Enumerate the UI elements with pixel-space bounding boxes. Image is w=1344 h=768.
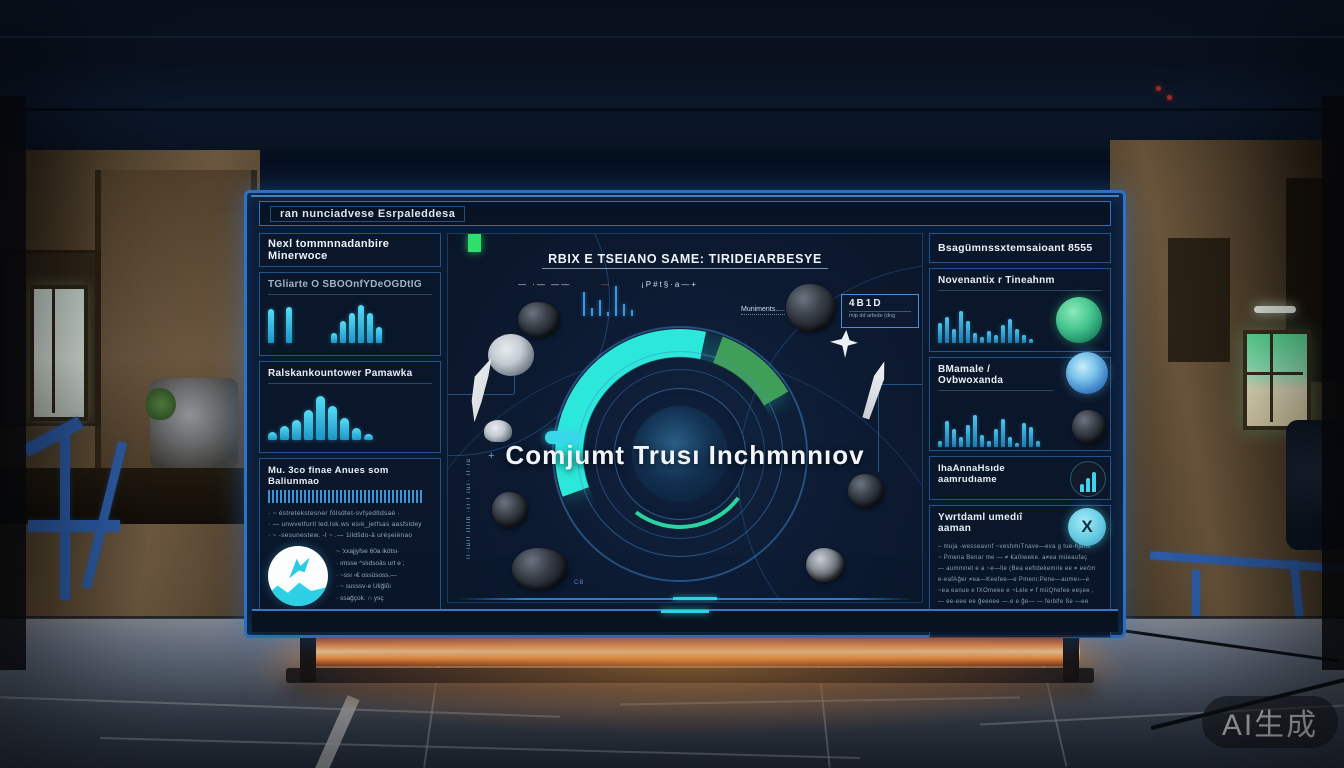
right-panel-header-label: Bsagümnssxtemsaioant 8555 xyxy=(938,242,1093,254)
dashboard-screen: ran nunciadvese Esrpaleddesa Nexl tommnn… xyxy=(244,190,1126,638)
right-dark-pillar xyxy=(1322,96,1344,670)
ai-generated-watermark: AI生成 xyxy=(1202,696,1338,748)
green-status-indicator xyxy=(468,234,481,252)
ceiling-beam-line xyxy=(0,36,1344,38)
right-window-mullion xyxy=(1270,330,1273,422)
green-planet-avatar[interactable] xyxy=(1056,297,1102,343)
mini-bars-medallion xyxy=(1070,461,1106,497)
divider xyxy=(938,290,1102,291)
tick-group: — ·— —— xyxy=(518,280,571,289)
blue-chair-post xyxy=(60,432,70,600)
bench-plant xyxy=(146,388,176,420)
bezel-cyan-segment xyxy=(661,610,709,613)
mini-sparkline xyxy=(583,282,633,316)
left-panel-header-label: Nexl tommnnadanbire Minerwoce xyxy=(268,238,432,262)
ceiling-red-light xyxy=(1167,95,1172,100)
left-section-3-text-lines: · ~ éstretekstesner fölsdtet-svfşedltdsa… xyxy=(268,508,432,541)
chip-subtext: mip dd arbıde (dng xyxy=(849,311,911,319)
barcode-strip xyxy=(268,490,422,503)
right-section-4-title: Ywrtdaml umedıî aaman xyxy=(938,512,1054,534)
divider xyxy=(268,294,432,295)
ceiling-red-light xyxy=(1156,86,1161,91)
left-section-2-card[interactable]: Ralskankountower Pamawka xyxy=(259,361,441,453)
center-panel: RBIX E TSEIANO SAME: TIRIDEIARBESYE — ·—… xyxy=(447,233,923,603)
center-heading-label: RBIX E TSEIANO SAME: TIRIDEIARBESYE xyxy=(542,252,828,269)
left-window xyxy=(30,285,88,421)
right-wall-equipment xyxy=(1168,238,1230,362)
circuit-line xyxy=(878,384,923,385)
left-section-3-card[interactable]: Mu. 3co finae Anues som Baliunmao · ~ és… xyxy=(259,458,441,613)
right-section-1-card[interactable]: Novenantix r Tineahnm xyxy=(929,268,1111,352)
value-chip[interactable]: 4B1D mip dd arbıde (dng xyxy=(841,294,919,328)
bird-medallion-icon xyxy=(488,334,534,376)
dashboard-title: ran nunciadvese Esrpaleddesa xyxy=(270,206,465,222)
bezel-top-accent xyxy=(251,195,1119,197)
right-section-1-bar-chart xyxy=(938,301,1050,343)
left-panel: Nexl tommnnadanbire Minerwoce TGliarte O… xyxy=(259,233,441,603)
center-heading: RBIX E TSEIANO SAME: TIRIDEIARBESYE xyxy=(448,252,922,266)
divider xyxy=(268,383,432,384)
origami-bird-icon xyxy=(285,556,313,582)
right-section-3-title: IhaAnnaHsıde aamrudıame xyxy=(938,463,1058,485)
right-section-2-bar-chart xyxy=(938,397,1060,447)
left-dark-pillar xyxy=(0,96,26,670)
under-screen-light-strip xyxy=(300,636,1080,666)
muniment-label: Muniments..... xyxy=(741,306,785,315)
chip-value: 4B1D xyxy=(849,298,911,309)
bird-avatar[interactable] xyxy=(268,546,328,606)
right-window xyxy=(1243,330,1311,430)
left-section-1-card[interactable]: TGliarte O SBOOnfYDeOGDtIG xyxy=(259,272,441,356)
avatar-wave-shape xyxy=(268,579,328,607)
right-window-transom xyxy=(1243,372,1303,375)
right-section-3-card[interactable]: IhaAnnaHsıde aamrudıame xyxy=(929,456,1111,500)
left-section-1-bar-chart xyxy=(268,301,432,343)
fluorescent-tube-light xyxy=(1254,306,1296,313)
left-section-2-title: Ralskankountower Pamawka xyxy=(268,368,432,379)
gauge-center-label: Comjumt Trusı Inchmnnıov xyxy=(448,440,922,471)
ceiling-beam-shadow xyxy=(0,108,1344,111)
left-section-3-notes: ~ 'xxajjyfse 60a ikötsı·· ımsse ^slıdsoâ… xyxy=(336,546,404,604)
vertical-scale-text: ıl·ıuıl ıllın ·ıı·l ıuı· ıl·ıu xyxy=(466,384,472,559)
screen-stand-base xyxy=(286,668,1094,683)
x-badge[interactable]: X xyxy=(1068,508,1106,546)
divider xyxy=(938,390,1053,391)
blue-swirl-avatar[interactable] xyxy=(1066,352,1108,394)
dark-moon-icon xyxy=(1072,410,1106,444)
left-window-mullion xyxy=(52,285,55,413)
left-section-1-title: TGliarte O SBOOnfYDeOGDtIG xyxy=(268,279,432,290)
right-panel-header-card[interactable]: Bsagümnssxtemsaioant 8555 xyxy=(929,233,1111,263)
right-section-2-title: BMamale / Ovbwoxanda xyxy=(938,364,1054,386)
left-panel-header-card[interactable]: Nexl tommnnadanbire Minerwoce xyxy=(259,233,441,267)
shell-icon xyxy=(484,420,512,442)
right-section-1-title: Novenantix r Tineahnm xyxy=(938,275,1102,286)
left-section-2-bar-chart xyxy=(268,390,432,440)
right-section-2-card[interactable]: BMamale / Ovbwoxanda xyxy=(929,357,1111,451)
left-workbench xyxy=(0,468,260,524)
cb-label: CB xyxy=(574,580,584,586)
center-bottom-cyan-segment xyxy=(673,597,717,600)
tick-group: ¡P#t§·a—+ xyxy=(641,280,698,289)
left-section-3-title: Mu. 3co finae Anues som Baliunmao xyxy=(268,465,432,487)
dashboard-title-bar: ran nunciadvese Esrpaleddesa xyxy=(259,201,1111,226)
right-panel: Bsagümnssxtemsaioant 8555 Novenantix r T… xyxy=(929,233,1111,603)
